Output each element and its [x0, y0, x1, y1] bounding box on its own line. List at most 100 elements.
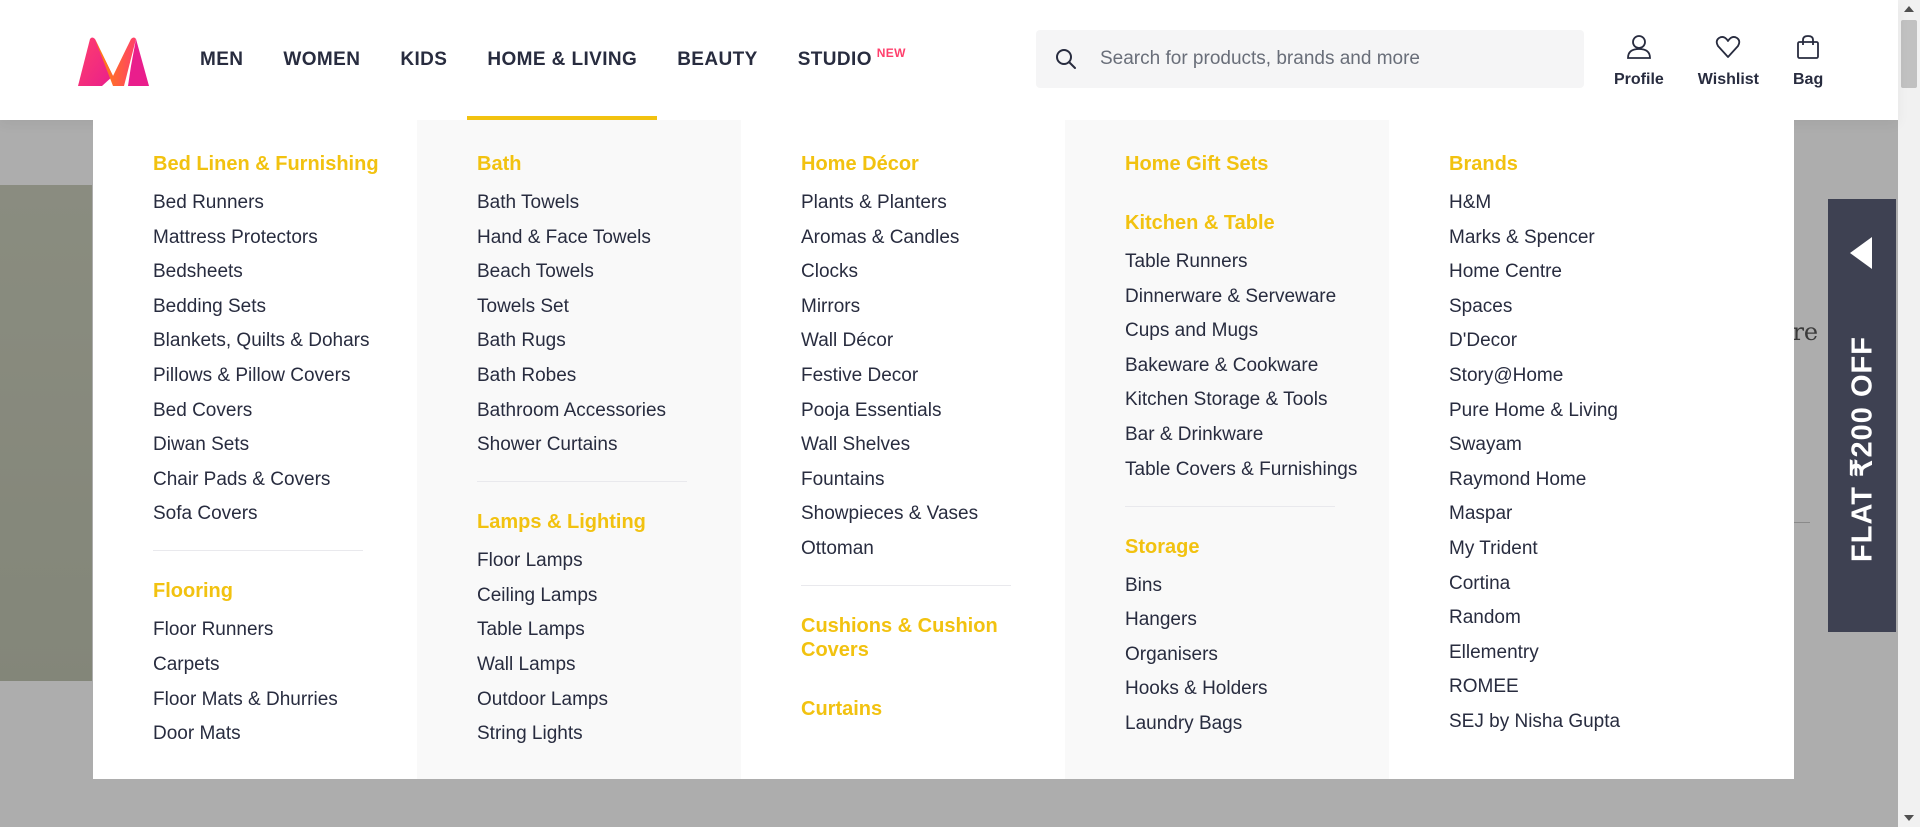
- menu-link[interactable]: Sofa Covers: [153, 502, 417, 526]
- menu-link[interactable]: SEJ by Nisha Gupta: [1449, 710, 1794, 734]
- menu-link[interactable]: Bed Runners: [153, 191, 417, 215]
- menu-link[interactable]: String Lights: [477, 722, 741, 746]
- menu-link[interactable]: Floor Mats & Dhurries: [153, 688, 417, 712]
- menu-link[interactable]: Beach Towels: [477, 260, 741, 284]
- menu-link[interactable]: Bedsheets: [153, 260, 417, 284]
- menu-category[interactable]: Brands: [1449, 152, 1794, 176]
- menu-link[interactable]: Kitchen Storage & Tools: [1125, 388, 1389, 412]
- scrollbar-thumb[interactable]: [1901, 20, 1917, 88]
- scroll-up-arrow-icon[interactable]: [1904, 6, 1914, 12]
- nav-studio[interactable]: STUDIO NEW: [778, 0, 906, 120]
- profile-label: Profile: [1614, 71, 1664, 88]
- menu-link[interactable]: Floor Lamps: [477, 549, 741, 573]
- menu-link[interactable]: Random: [1449, 606, 1794, 630]
- menu-link[interactable]: Table Lamps: [477, 618, 741, 642]
- nav-men[interactable]: MEN: [180, 0, 263, 120]
- menu-link[interactable]: Wall Lamps: [477, 653, 741, 677]
- scroll-down-arrow-icon[interactable]: [1904, 815, 1914, 821]
- menu-link[interactable]: Hangers: [1125, 608, 1389, 632]
- menu-link[interactable]: Table Runners: [1125, 250, 1389, 274]
- menu-link[interactable]: Blankets, Quilts & Dohars: [153, 329, 417, 353]
- menu-link[interactable]: My Trident: [1449, 537, 1794, 561]
- menu-link[interactable]: Door Mats: [153, 722, 417, 746]
- menu-link[interactable]: Home Centre: [1449, 260, 1794, 284]
- menu-link[interactable]: Chair Pads & Covers: [153, 468, 417, 492]
- menu-link[interactable]: Mirrors: [801, 295, 1065, 319]
- menu-link[interactable]: Mattress Protectors: [153, 226, 417, 250]
- menu-link[interactable]: Raymond Home: [1449, 468, 1794, 492]
- myntra-logo[interactable]: [76, 36, 151, 89]
- search-input[interactable]: [1100, 48, 1560, 70]
- menu-link[interactable]: Maspar: [1449, 502, 1794, 526]
- menu-link[interactable]: Ceiling Lamps: [477, 584, 741, 608]
- menu-link[interactable]: Swayam: [1449, 433, 1794, 457]
- menu-link[interactable]: Towels Set: [477, 295, 741, 319]
- menu-link[interactable]: Pillows & Pillow Covers: [153, 364, 417, 388]
- wishlist-button[interactable]: Wishlist: [1698, 34, 1759, 89]
- menu-column: Home Décor Plants & Planters Aromas & Ca…: [741, 120, 1065, 779]
- menu-link[interactable]: Spaces: [1449, 295, 1794, 319]
- menu-link[interactable]: Fountains: [801, 468, 1065, 492]
- menu-link[interactable]: H&M: [1449, 191, 1794, 215]
- nav-beauty[interactable]: BEAUTY: [657, 0, 778, 120]
- menu-link[interactable]: Bath Rugs: [477, 329, 741, 353]
- menu-link[interactable]: Pooja Essentials: [801, 399, 1065, 423]
- menu-category[interactable]: Curtains: [801, 697, 1065, 721]
- menu-category[interactable]: Cushions & Cushion Covers: [801, 614, 1065, 662]
- menu-link[interactable]: Dinnerware & Serveware: [1125, 285, 1389, 309]
- menu-link[interactable]: Cups and Mugs: [1125, 319, 1389, 343]
- menu-link[interactable]: Wall Décor: [801, 329, 1065, 353]
- play-left-icon: [1850, 237, 1872, 269]
- menu-link[interactable]: Hand & Face Towels: [477, 226, 741, 250]
- menu-link[interactable]: Bakeware & Cookware: [1125, 354, 1389, 378]
- menu-link[interactable]: Plants & Planters: [801, 191, 1065, 215]
- page-scrollbar[interactable]: [1898, 0, 1920, 827]
- menu-category[interactable]: Bed Linen & Furnishing: [153, 152, 417, 176]
- menu-link[interactable]: Floor Runners: [153, 618, 417, 642]
- menu-link[interactable]: Bath Robes: [477, 364, 741, 388]
- menu-link[interactable]: Aromas & Candles: [801, 226, 1065, 250]
- profile-button[interactable]: Profile: [1614, 34, 1664, 89]
- nav-home-living[interactable]: HOME & LIVING: [467, 0, 658, 120]
- menu-link[interactable]: Bathroom Accessories: [477, 399, 741, 423]
- menu-category[interactable]: Bath: [477, 152, 741, 176]
- nav-women[interactable]: WOMEN: [263, 0, 380, 120]
- menu-link[interactable]: Cortina: [1449, 572, 1794, 596]
- bag-button[interactable]: Bag: [1793, 34, 1823, 89]
- menu-category[interactable]: Flooring: [153, 579, 417, 603]
- menu-link[interactable]: Bath Towels: [477, 191, 741, 215]
- search-icon[interactable]: [1036, 30, 1096, 88]
- menu-link[interactable]: Marks & Spencer: [1449, 226, 1794, 250]
- menu-link[interactable]: Organisers: [1125, 643, 1389, 667]
- menu-link[interactable]: Bedding Sets: [153, 295, 417, 319]
- menu-category[interactable]: Kitchen & Table: [1125, 211, 1389, 235]
- menu-link[interactable]: Wall Shelves: [801, 433, 1065, 457]
- menu-link[interactable]: Diwan Sets: [153, 433, 417, 457]
- menu-link[interactable]: Shower Curtains: [477, 433, 741, 457]
- menu-link[interactable]: Carpets: [153, 653, 417, 677]
- menu-link[interactable]: Festive Decor: [801, 364, 1065, 388]
- menu-link[interactable]: Outdoor Lamps: [477, 688, 741, 712]
- menu-link[interactable]: D'Decor: [1449, 329, 1794, 353]
- menu-link[interactable]: Showpieces & Vases: [801, 502, 1065, 526]
- nav-kids[interactable]: KIDS: [380, 0, 467, 120]
- menu-category[interactable]: Lamps & Lighting: [477, 510, 741, 534]
- menu-divider: [477, 481, 687, 483]
- menu-link[interactable]: Table Covers & Furnishings: [1125, 458, 1389, 482]
- menu-link[interactable]: Story@Home: [1449, 364, 1794, 388]
- menu-link[interactable]: Hooks & Holders: [1125, 677, 1389, 701]
- menu-link[interactable]: Bed Covers: [153, 399, 417, 423]
- menu-link[interactable]: Bar & Drinkware: [1125, 423, 1389, 447]
- menu-link[interactable]: ROMEE: [1449, 675, 1794, 699]
- menu-link[interactable]: Laundry Bags: [1125, 712, 1389, 736]
- menu-category[interactable]: Home Gift Sets: [1125, 152, 1389, 176]
- menu-link[interactable]: Pure Home & Living: [1449, 399, 1794, 423]
- menu-divider: [1125, 505, 1335, 507]
- menu-category[interactable]: Storage: [1125, 535, 1389, 559]
- flat-offer-tab[interactable]: FLAT ₹200 OFF: [1828, 199, 1896, 632]
- menu-link[interactable]: Bins: [1125, 574, 1389, 598]
- menu-link[interactable]: Clocks: [801, 260, 1065, 284]
- menu-link[interactable]: Ottoman: [801, 537, 1065, 561]
- menu-category[interactable]: Home Décor: [801, 152, 1065, 176]
- menu-link[interactable]: Ellementry: [1449, 641, 1794, 665]
